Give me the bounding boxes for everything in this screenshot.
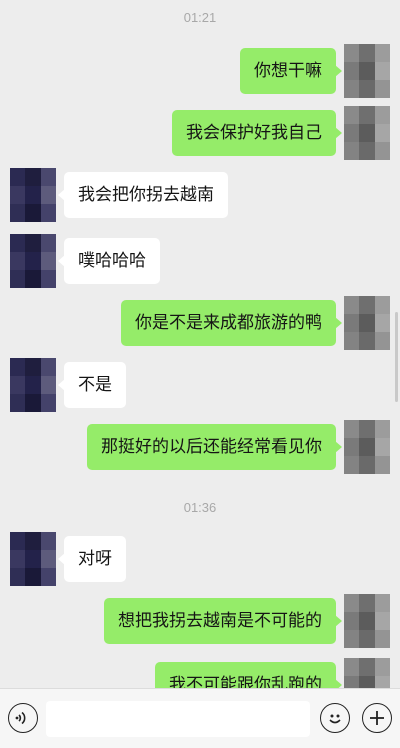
message-row: 不是 [0, 358, 400, 412]
timestamp: 01:36 [183, 500, 217, 515]
message-row: 那挺好的以后还能经常看见你 [0, 420, 400, 474]
message-row: 想把我拐去越南是不可能的 [0, 594, 400, 648]
message-row: 我会保护好我自己 [0, 106, 400, 160]
message-bubble-out[interactable]: 你是不是来成都旅游的鸭 [121, 300, 342, 346]
avatar[interactable] [10, 168, 56, 222]
avatar[interactable] [344, 296, 390, 350]
message-row: 你是不是来成都旅游的鸭 [0, 296, 400, 350]
input-bar [0, 688, 400, 748]
avatar[interactable] [344, 658, 390, 688]
message-bubble-out[interactable]: 我会保护好我自己 [172, 110, 342, 156]
avatar[interactable] [10, 532, 56, 586]
avatar[interactable] [344, 44, 390, 98]
message-input[interactable] [46, 701, 310, 737]
message-bubble-in[interactable]: 不是 [58, 362, 126, 408]
scrollbar[interactable] [395, 312, 398, 402]
more-button[interactable] [362, 703, 392, 733]
message-row: 对呀 [0, 532, 400, 586]
plus-icon [370, 711, 384, 725]
message-bubble-out[interactable]: 想把我拐去越南是不可能的 [104, 598, 342, 644]
avatar[interactable] [344, 594, 390, 648]
emoji-button[interactable] [320, 703, 350, 733]
message-bubble-out[interactable]: 那挺好的以后还能经常看见你 [87, 424, 342, 470]
message-row: 你想干嘛 [0, 44, 400, 98]
message-bubble-in[interactable]: 对呀 [58, 536, 126, 582]
message-row: 噗哈哈哈 [0, 234, 400, 288]
voice-button[interactable] [8, 703, 38, 733]
avatar[interactable] [10, 234, 56, 288]
avatar[interactable] [10, 358, 56, 412]
message-bubble-out[interactable]: 你想干嘛 [240, 48, 342, 94]
message-bubble-out[interactable]: 我不可能跟你乱跑的 [155, 662, 342, 688]
message-bubble-in[interactable]: 噗哈哈哈 [58, 238, 160, 284]
voice-icon [15, 711, 26, 725]
avatar[interactable] [344, 106, 390, 160]
timestamp: 01:21 [183, 10, 217, 25]
message-row: 我会把你拐去越南 [0, 168, 400, 222]
message-row: 我不可能跟你乱跑的 [0, 658, 400, 688]
emoji-icon [329, 714, 341, 724]
chat-area[interactable]: 01:21 你想干嘛 我会保护好我自己 我会把你拐去越南 噗哈哈哈 你是不是来成… [0, 0, 400, 688]
message-bubble-in[interactable]: 我会把你拐去越南 [58, 172, 228, 218]
avatar[interactable] [344, 420, 390, 474]
